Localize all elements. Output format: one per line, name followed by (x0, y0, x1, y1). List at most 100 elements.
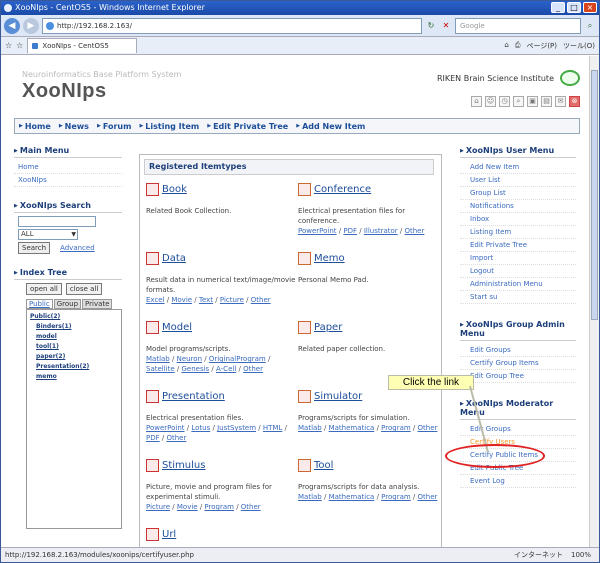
maximize-button[interactable]: □ (567, 2, 581, 13)
zoom-level[interactable]: 100% (571, 548, 591, 562)
mail-icon[interactable]: ✉ (555, 96, 566, 107)
format-link[interactable]: Mathematica (329, 424, 375, 432)
itemtype-link[interactable]: Presentation (162, 391, 225, 402)
format-link[interactable]: Other (241, 503, 261, 511)
itemtype-link[interactable]: Conference (314, 184, 371, 195)
close-button[interactable]: × (583, 2, 597, 13)
format-link[interactable]: Picture (146, 503, 170, 511)
format-link[interactable]: Other (166, 434, 186, 442)
forward-button[interactable]: ▶ (23, 17, 39, 34)
nav-forum[interactable]: Forum (97, 122, 132, 131)
format-link[interactable]: Genesis (181, 365, 209, 373)
itemtype-link[interactable]: Tool (314, 460, 333, 471)
format-link[interactable]: Matlab (298, 424, 322, 432)
user-menu-user-list[interactable]: User List (460, 174, 576, 187)
format-link[interactable]: Program (381, 493, 411, 501)
lock-icon[interactable]: ▣ (527, 96, 538, 107)
logout-icon[interactable]: ⊗ (569, 96, 580, 107)
format-link[interactable]: HTML (263, 424, 282, 432)
search-icon[interactable]: ⌕ (584, 20, 596, 32)
format-link[interactable]: A-Cell (216, 365, 236, 373)
format-link[interactable]: Picture (220, 296, 244, 304)
format-link[interactable]: Other (418, 493, 438, 501)
nav-news[interactable]: News (59, 122, 89, 131)
tree-node[interactable]: tool(1) (30, 342, 118, 352)
user-menu-add-new-item[interactable]: Add New Item (460, 161, 576, 174)
stop-icon[interactable]: ✕ (440, 20, 452, 32)
search-input[interactable]: Google (455, 17, 581, 34)
format-link[interactable]: PowerPoint (146, 424, 185, 432)
user-menu-notifications[interactable]: Notifications (460, 200, 576, 213)
user-menu-edit-private-tree[interactable]: Edit Private Tree (460, 239, 576, 252)
search-icon[interactable]: ⌕ (513, 96, 524, 107)
nav-home[interactable]: Home (19, 122, 51, 131)
scroll-thumb[interactable] (591, 70, 598, 320)
back-button[interactable]: ◀ (4, 17, 20, 34)
tree-tab-private[interactable]: Private (82, 299, 113, 309)
format-link[interactable]: Matlab (298, 493, 322, 501)
add-favorites-icon[interactable]: ☆ (16, 41, 23, 50)
search-scope-select[interactable]: ALL (18, 229, 78, 240)
tree-node[interactable]: Public(2) (30, 312, 118, 322)
user-icon[interactable]: ☺ (485, 96, 496, 107)
format-link[interactable]: Lotus (191, 424, 210, 432)
group-menu-edit-groups[interactable]: Edit Groups (460, 344, 576, 357)
format-link[interactable]: JustSystem (217, 424, 256, 432)
main-menu-xoonips[interactable]: XooNIps (14, 174, 122, 187)
clock-icon[interactable]: ◷ (499, 96, 510, 107)
format-link[interactable]: Other (404, 227, 424, 235)
tree-tab-group[interactable]: Group (53, 299, 82, 309)
advanced-search-link[interactable]: Advanced (60, 244, 95, 252)
user-menu-start-su[interactable]: Start su (460, 291, 576, 304)
format-link[interactable]: PDF (343, 227, 357, 235)
format-link[interactable]: Matlab (146, 355, 170, 363)
itemtype-link[interactable]: Book (162, 184, 187, 195)
itemtype-link[interactable]: Simulator (314, 391, 362, 402)
group-menu-certify-group-items[interactable]: Certify Group Items (460, 357, 576, 370)
itemtype-link[interactable]: Memo (314, 253, 345, 264)
format-link[interactable]: OriginalProgram (209, 355, 266, 363)
site-logo[interactable]: XooNIps (22, 80, 107, 103)
user-menu-import[interactable]: Import (460, 252, 576, 265)
page-menu[interactable]: ページ(P) (526, 41, 557, 51)
itemtype-link[interactable]: Url (162, 529, 176, 540)
nav-edit-private-tree[interactable]: Edit Private Tree (207, 122, 288, 131)
tree-node[interactable]: Binders(1) (30, 322, 118, 332)
format-link[interactable]: Movie (171, 296, 192, 304)
url-field[interactable]: http://192.168.2.163/ (42, 17, 422, 34)
user-menu-listing-item[interactable]: Listing Item (460, 226, 576, 239)
format-link[interactable]: Neuron (177, 355, 202, 363)
format-link[interactable]: Illustrator (364, 227, 398, 235)
format-link[interactable]: Other (418, 424, 438, 432)
format-link[interactable]: Movie (177, 503, 198, 511)
format-link[interactable]: Other (243, 365, 263, 373)
format-link[interactable]: Program (381, 424, 411, 432)
vertical-scrollbar[interactable] (589, 56, 599, 548)
itemtype-link[interactable]: Paper (314, 322, 342, 333)
open-all-button[interactable]: open all (26, 283, 62, 295)
home-icon[interactable]: ⌂ (471, 96, 482, 107)
format-link[interactable]: Text (199, 296, 213, 304)
browser-tab[interactable]: XooNIps - CentOS5 (27, 38, 138, 53)
minimize-button[interactable]: _ (551, 2, 565, 13)
format-link[interactable]: PDF (146, 434, 160, 442)
format-link[interactable]: PowerPoint (298, 227, 337, 235)
itemtype-link[interactable]: Data (162, 253, 186, 264)
moderator-menu-event-log[interactable]: Event Log (460, 475, 576, 488)
tree-node[interactable]: model (30, 332, 118, 342)
search-button[interactable]: Search (18, 242, 51, 254)
print-icon[interactable]: ⎙ (515, 41, 521, 51)
format-link[interactable]: Mathematica (329, 493, 375, 501)
tree-node[interactable]: Presentation(2) (30, 362, 118, 372)
nav-add-new-item[interactable]: Add New Item (296, 122, 365, 131)
user-menu-inbox[interactable]: Inbox (460, 213, 576, 226)
itemtype-link[interactable]: Model (162, 322, 192, 333)
user-menu-administration-menu[interactable]: Administration Menu (460, 278, 576, 291)
user-menu-group-list[interactable]: Group List (460, 187, 576, 200)
tree-node[interactable]: paper(2) (30, 352, 118, 362)
keyword-input[interactable] (18, 216, 96, 227)
tools-menu[interactable]: ツール(O) (563, 41, 595, 51)
tree-tab-public[interactable]: Public (26, 299, 53, 309)
main-menu-home[interactable]: Home (14, 161, 122, 174)
close-all-button[interactable]: close all (65, 283, 103, 295)
